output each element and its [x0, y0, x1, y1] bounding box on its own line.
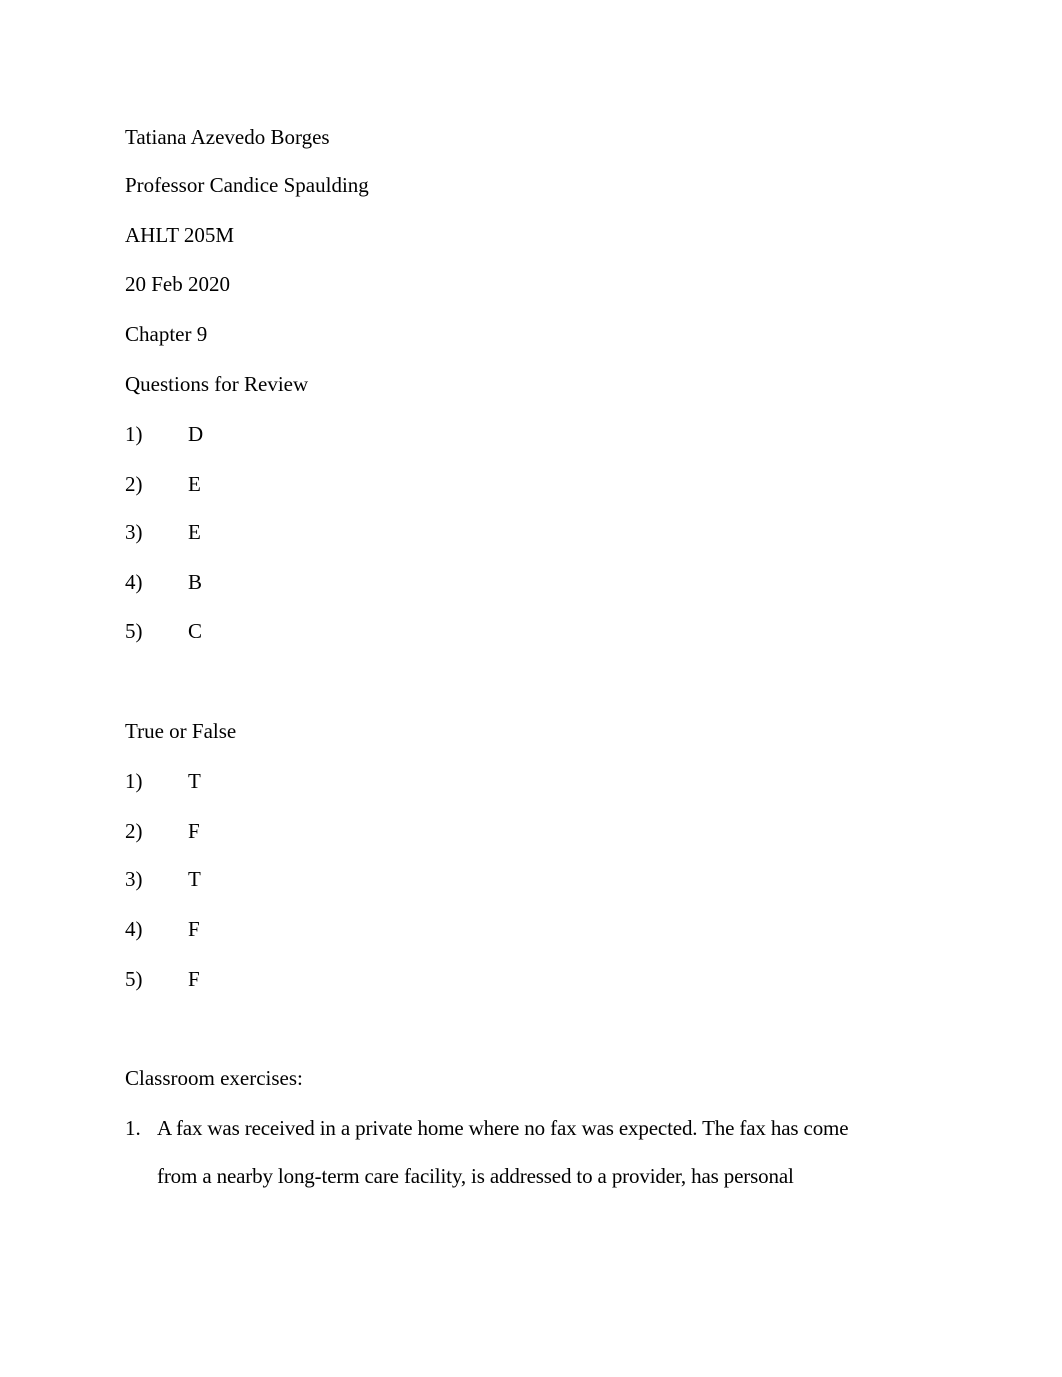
course-code: AHLT 205M	[125, 223, 235, 247]
item-number: 5)	[125, 619, 143, 643]
student-name: Tatiana Azevedo Borges	[125, 125, 330, 149]
item-answer: F	[188, 819, 200, 843]
item-answer: F	[188, 917, 200, 941]
item-answer: B	[188, 570, 203, 594]
item-number: 1)	[125, 769, 143, 793]
true-false-heading: True or False	[125, 719, 237, 743]
item-number: 4)	[125, 570, 143, 594]
item-number: 3)	[125, 867, 143, 891]
item-answer: E	[188, 520, 201, 544]
exercise-text-line: A fax was received in a private home whe…	[157, 1116, 849, 1140]
chapter-title: Chapter 9	[125, 322, 208, 346]
date: 20 Feb 2020	[125, 272, 230, 296]
item-answer: D	[188, 422, 204, 446]
item-number: 1)	[125, 422, 143, 446]
item-number: 3)	[125, 520, 143, 544]
exercise-number: 1.	[125, 1116, 141, 1140]
item-number: 5)	[125, 967, 143, 991]
item-number: 4)	[125, 917, 143, 941]
item-answer: F	[188, 967, 200, 991]
item-number: 2)	[125, 472, 143, 496]
item-number: 2)	[125, 819, 143, 843]
review-heading: Questions for Review	[125, 372, 309, 396]
professor-name: Professor Candice Spaulding	[125, 173, 369, 197]
exercise-text-line: from a nearby long-term care facility, i…	[157, 1164, 794, 1188]
item-answer: E	[188, 472, 201, 496]
item-answer: T	[188, 867, 201, 891]
exercises-heading: Classroom exercises:	[125, 1066, 303, 1090]
item-answer: T	[188, 769, 201, 793]
item-answer: C	[188, 619, 203, 643]
